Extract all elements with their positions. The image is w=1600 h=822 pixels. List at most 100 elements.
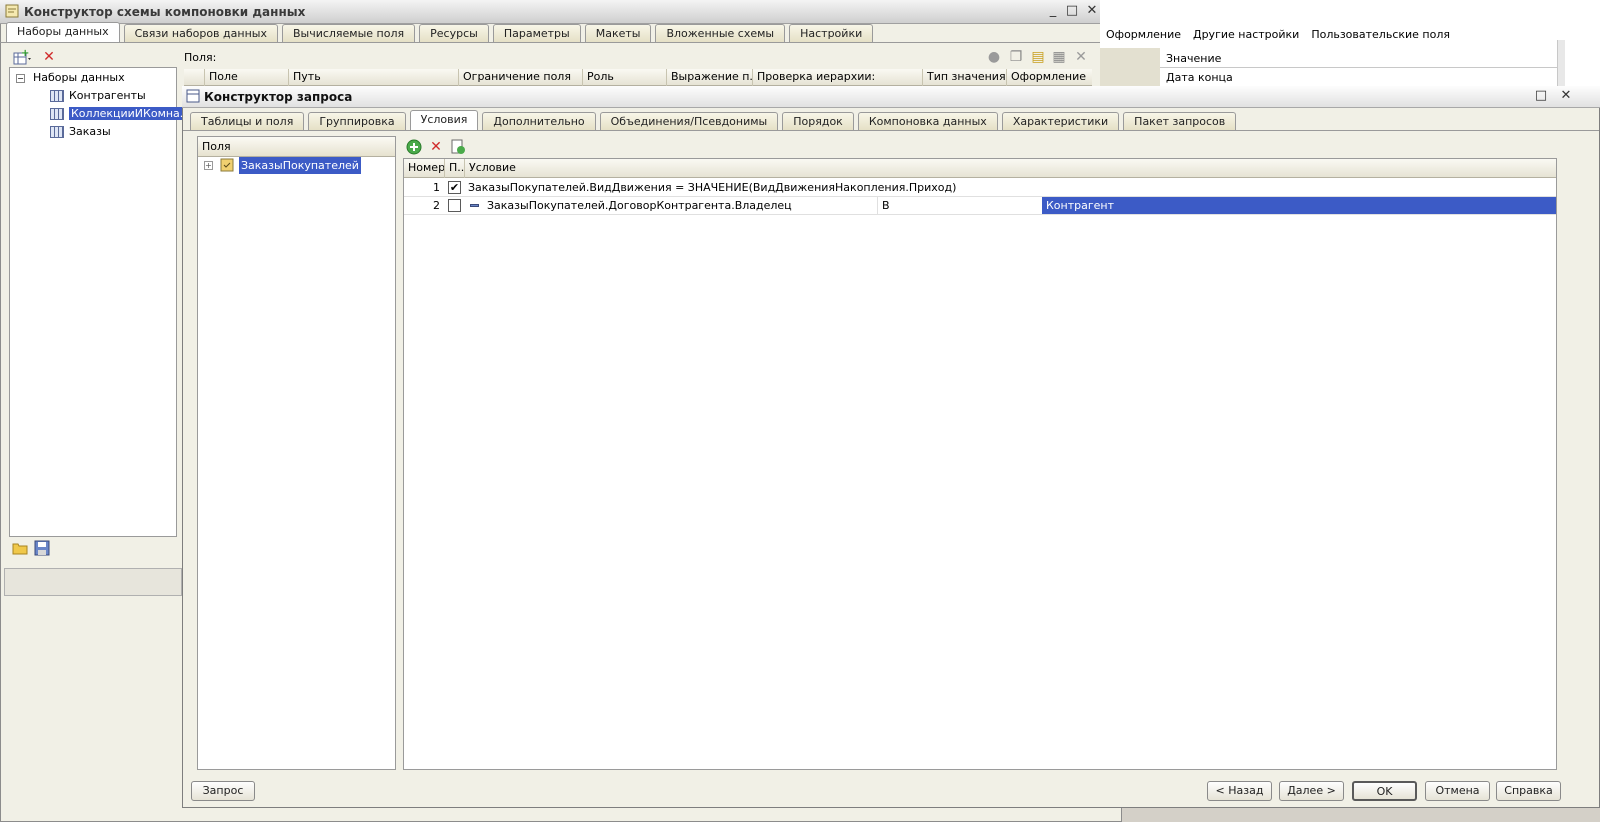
tab-dataset-links[interactable]: Связи наборов данных <box>123 24 278 43</box>
tab-user-fields[interactable]: Пользовательские поля <box>1305 27 1456 42</box>
minimize-icon[interactable]: _ <box>1045 3 1061 19</box>
table-icon <box>50 108 64 120</box>
close-icon[interactable]: ✕ <box>1558 88 1574 104</box>
query-constructor-titlebar: Конструктор запроса □ ✕ <box>182 86 1600 108</box>
condition-text: ЗаказыПокупателей.ВидДвижения = ЗНАЧЕНИЕ… <box>468 181 957 194</box>
table-icon <box>50 126 64 138</box>
tab-datasets[interactable]: Наборы данных <box>6 22 120 43</box>
tab-resources[interactable]: Ресурсы <box>419 24 489 43</box>
settings-tab-bar: Оформление Другие настройки Пользователь… <box>1100 27 1456 42</box>
col-value-type[interactable]: Тип значения <box>922 69 1006 86</box>
col-number[interactable]: Номер <box>404 159 444 178</box>
dcs-constructor-titlebar: Конструктор схемы компоновки данных _ □ … <box>0 0 1122 24</box>
col-path[interactable]: Путь <box>288 69 458 86</box>
status-strip <box>4 568 182 596</box>
condition-custom-checkbox[interactable] <box>448 199 461 212</box>
ok-button[interactable]: OK <box>1352 781 1417 801</box>
tree-item-contractors[interactable]: Контрагенты <box>50 87 146 105</box>
tab-characteristics[interactable]: Характеристики <box>1001 112 1120 131</box>
condition-custom-checkbox[interactable]: ✔ <box>448 181 461 194</box>
tree-item-orders[interactable]: Заказы <box>50 123 111 141</box>
fields-grid-header: Поле Путь Ограничение поля Роль Выражени… <box>184 69 1092 86</box>
maximize-icon[interactable]: □ <box>1533 88 1549 104</box>
scrollbar[interactable] <box>1557 40 1565 86</box>
condition-value[interactable]: Контрагент <box>1042 197 1556 214</box>
condition-field-icon <box>470 204 479 207</box>
expand-icon[interactable]: + <box>204 161 213 170</box>
collapse-icon[interactable]: − <box>16 74 25 83</box>
tree-item-collections[interactable]: КоллекцииИКомна... <box>50 105 193 123</box>
tab-appearance[interactable]: Оформление <box>1100 27 1187 42</box>
tab-layouts[interactable]: Макеты <box>584 24 652 43</box>
tab-order[interactable]: Порядок <box>782 112 854 131</box>
fields-panel: Поля + ЗаказыПокупателей <box>197 136 396 770</box>
tab-grouping[interactable]: Группировка <box>308 112 406 131</box>
delete-icon[interactable]: ✕ <box>41 49 57 65</box>
col-field-restriction[interactable]: Ограничение поля <box>458 69 582 86</box>
conditions-grid: Номер П... Условие 1 ✔ ЗаказыПокупателей… <box>403 158 1557 770</box>
cancel-button[interactable]: Отмена <box>1425 781 1490 801</box>
copy-icon[interactable]: ❐ <box>1008 49 1024 65</box>
condition-operator[interactable]: В <box>877 197 1042 215</box>
col-appearance[interactable]: Оформление <box>1006 69 1092 86</box>
settings-remnant-top <box>1100 0 1560 28</box>
back-button[interactable]: < Назад <box>1207 781 1272 801</box>
add-dataset-icon[interactable]: + <box>13 48 31 65</box>
folder-icon[interactable]: ▦ <box>1051 49 1067 65</box>
tree-root-label: Наборы данных <box>33 71 125 84</box>
dcs-tab-bar: Наборы данных Связи наборов данных Вычис… <box>6 22 877 43</box>
remove-field-icon[interactable]: ✕ <box>1073 49 1089 65</box>
save-icon[interactable] <box>34 540 50 556</box>
window-icon <box>5 4 19 18</box>
tab-advanced[interactable]: Дополнительно <box>482 112 596 131</box>
tab-calculated-fields[interactable]: Вычисляемые поля <box>281 24 416 43</box>
next-button[interactable]: Далее > <box>1279 781 1344 801</box>
window-title: Конструктор схемы компоновки данных <box>24 5 306 19</box>
tree-root[interactable]: − Наборы данных <box>16 69 125 87</box>
tree-item-label: Контрагенты <box>69 89 146 102</box>
tab-query-batch[interactable]: Пакет запросов <box>1123 112 1237 131</box>
fields-panel-header: Поля <box>198 137 395 157</box>
condition-number: 2 <box>433 199 440 212</box>
condition-field[interactable]: ЗаказыПокупателей.ДоговорКонтрагента.Вла… <box>487 197 792 215</box>
fields-panel-title: Поля <box>202 140 231 153</box>
condition-row[interactable]: 1 ✔ ЗаказыПокупателей.ВидДвижения = ЗНАЧ… <box>404 179 1556 197</box>
tab-divider <box>183 130 1599 131</box>
col-custom[interactable]: П... <box>444 159 464 178</box>
value-column-header: Значение <box>1160 50 1558 68</box>
window-icon <box>186 89 200 106</box>
tab-settings[interactable]: Настройки <box>789 24 874 43</box>
col-condition[interactable]: Условие <box>464 159 1556 178</box>
maximize-icon[interactable]: □ <box>1064 3 1080 19</box>
window-title: Конструктор запроса <box>204 90 353 104</box>
condition-row[interactable]: 2 ЗаказыПокупателей.ДоговорКонтрагента.В… <box>404 197 1556 215</box>
fields-tree-item[interactable]: ЗаказыПокупателей <box>239 157 361 174</box>
open-folder-icon[interactable] <box>12 540 28 556</box>
tree-node-icon <box>220 158 234 175</box>
tree-item-label: Заказы <box>69 125 111 138</box>
col-field[interactable]: Поле <box>204 69 288 86</box>
query-tab-bar: Таблицы и поля Группировка Условия Допол… <box>190 110 1240 131</box>
value-cell[interactable]: Дата конца <box>1160 69 1558 86</box>
tab-data-composition[interactable]: Компоновка данных <box>857 112 998 131</box>
custom-condition-icon[interactable] <box>450 139 466 155</box>
tab-unions-aliases[interactable]: Объединения/Псевдонимы <box>599 112 779 131</box>
tab-tables-fields[interactable]: Таблицы и поля <box>190 112 305 131</box>
conditions-grid-header: Номер П... Условие <box>404 159 1556 178</box>
add-condition-icon[interactable] <box>406 139 422 155</box>
dataset-tree: − Наборы данных Контрагенты КоллекцииИКом… <box>9 67 193 537</box>
col-role[interactable]: Роль <box>582 69 666 86</box>
col-expression[interactable]: Выражение п... <box>666 69 752 86</box>
tab-nested-schemas[interactable]: Вложенные схемы <box>655 24 786 43</box>
add-folder-icon[interactable]: ▤ <box>1030 49 1046 65</box>
delete-condition-icon[interactable]: ✕ <box>428 139 444 155</box>
help-button[interactable]: Справка <box>1496 781 1561 801</box>
query-button[interactable]: Запрос <box>191 781 255 801</box>
settings-row-header <box>1100 48 1160 86</box>
close-icon[interactable]: ✕ <box>1084 3 1100 19</box>
tab-conditions[interactable]: Условия <box>409 110 479 131</box>
move-up-icon[interactable]: ● <box>986 49 1002 65</box>
tab-other-settings[interactable]: Другие настройки <box>1187 27 1305 42</box>
col-hierarchy-check[interactable]: Проверка иерархии: <box>752 69 922 86</box>
tab-parameters[interactable]: Параметры <box>492 24 581 43</box>
